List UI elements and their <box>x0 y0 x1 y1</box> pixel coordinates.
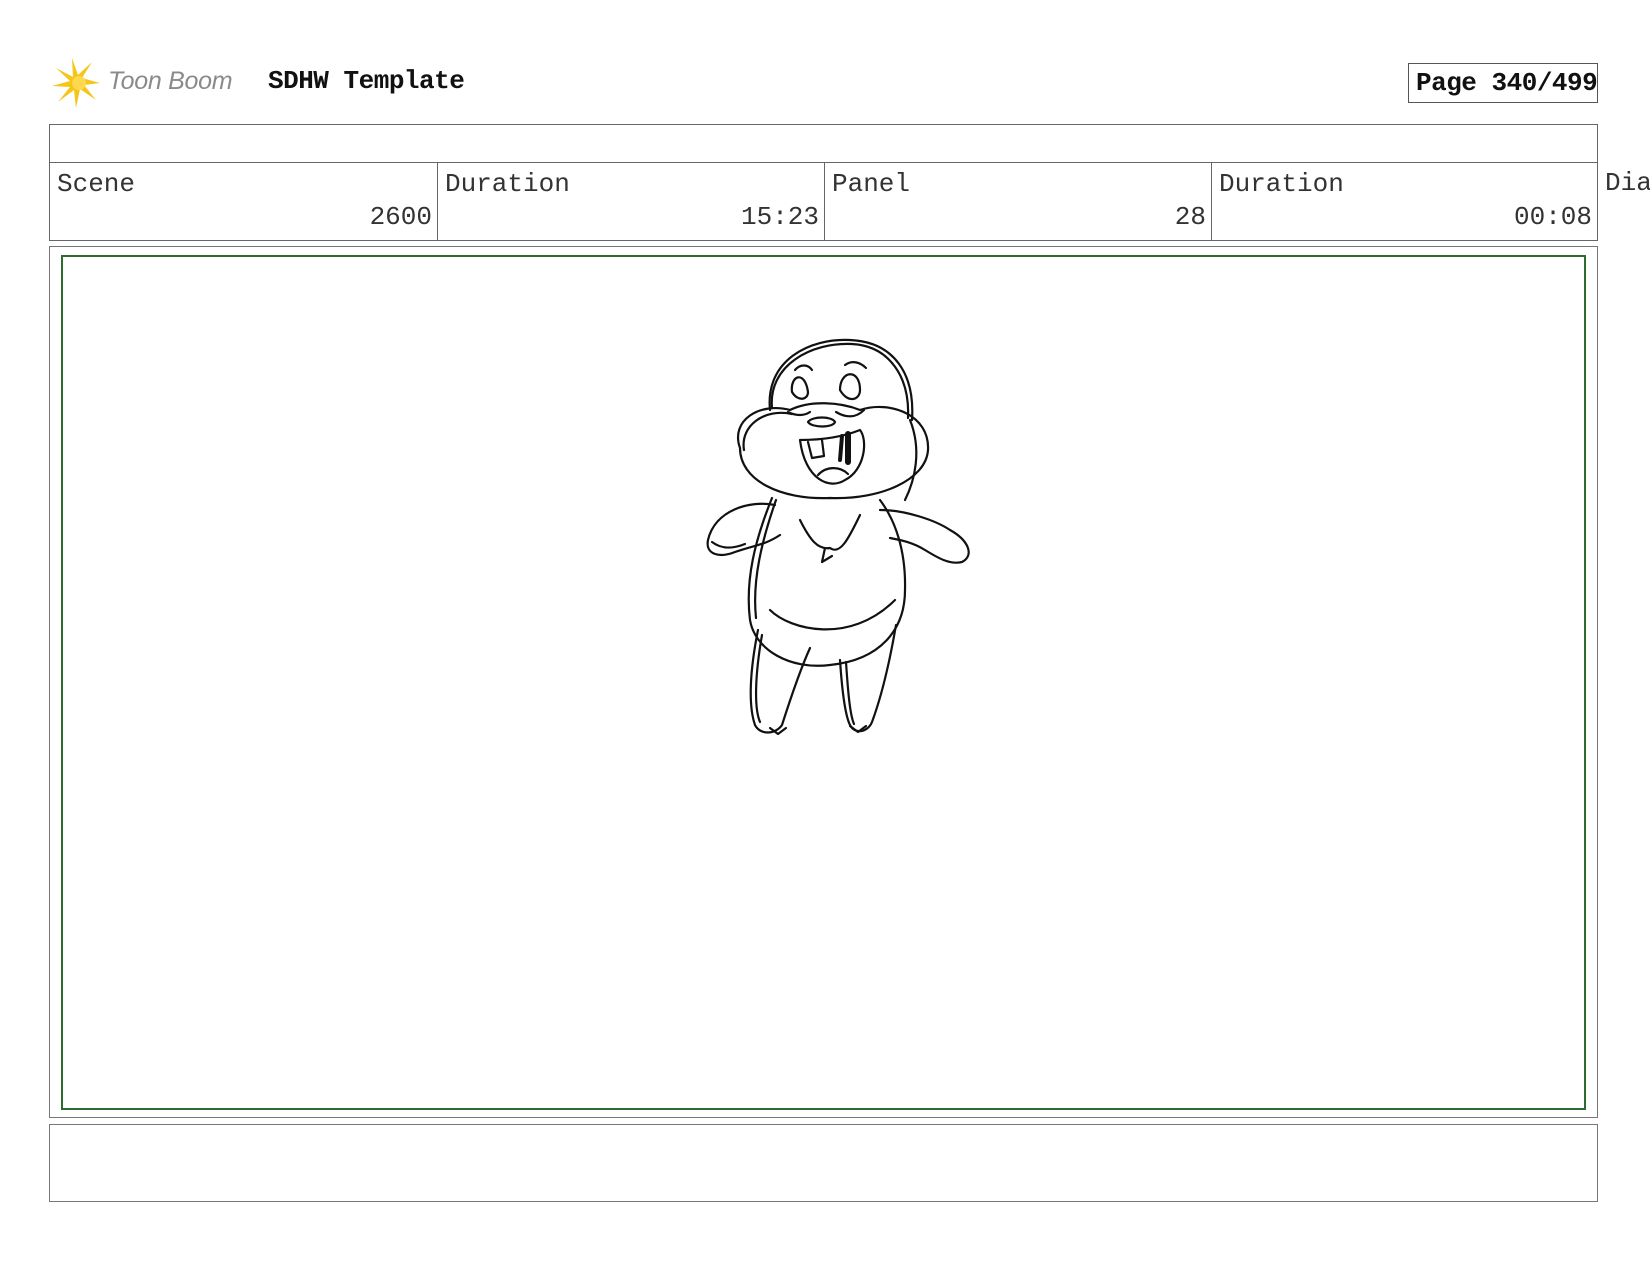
panel-duration-label: Duration <box>1219 169 1344 199</box>
dialog-label: Dia <box>1605 168 1650 198</box>
scene-label: Scene <box>57 169 136 199</box>
scene-duration-value: 15:23 <box>740 202 819 232</box>
page-header: Toon Boom SDHW Template Page 340/499 <box>0 0 1650 120</box>
page-number: Page 340/499 <box>1416 68 1598 98</box>
panel-value: 28 <box>1174 202 1206 232</box>
scene-info-table: Scene 2600 Duration 15:23 Panel 28 Durat… <box>49 124 1598 241</box>
panel-duration-value: 00:08 <box>1513 202 1592 232</box>
starburst-icon <box>52 58 100 108</box>
panel-label: Panel <box>832 169 911 199</box>
panel-duration-cell: Duration 00:08 <box>1212 163 1597 241</box>
toon-boom-logo: Toon Boom <box>52 56 252 112</box>
scene-cell: Scene 2600 <box>50 163 438 241</box>
scene-duration-label: Duration <box>445 169 570 199</box>
document-title: SDHW Template <box>268 66 465 96</box>
scene-value: 2600 <box>369 202 432 232</box>
page-indicator: Page 340/499 <box>1408 63 1598 103</box>
character-sketch <box>706 338 970 736</box>
sequence-row <box>50 125 1597 163</box>
panel-cell: Panel 28 <box>825 163 1212 241</box>
dialogue-notes-box <box>49 1124 1598 1202</box>
scene-duration-cell: Duration 15:23 <box>438 163 825 241</box>
logo-text: Toon Boom <box>108 67 233 95</box>
